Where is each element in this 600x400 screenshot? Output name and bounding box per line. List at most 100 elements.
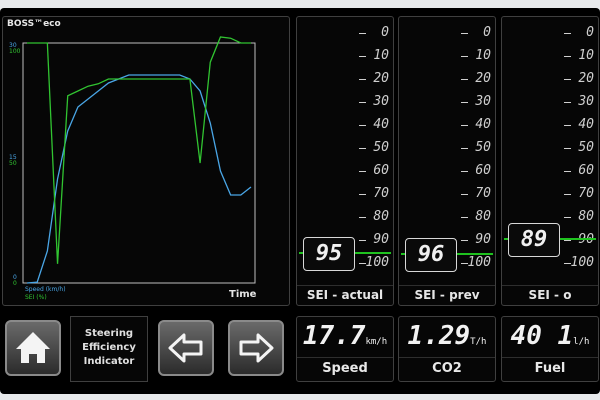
scale-tick-label: 80	[475, 209, 491, 224]
scale-tick-label: 50	[475, 140, 491, 155]
scale-tick-label: 60	[578, 163, 594, 178]
sei-o-value: 89	[508, 223, 560, 257]
sei-actual-label: SEI - actual	[306, 288, 384, 302]
scale-tick-label: 0	[483, 25, 491, 40]
indicator-line-2: Efficiency	[82, 342, 136, 353]
indicator-line-3: Indicator	[83, 356, 135, 367]
fuel-readout: 40 1l/h Fuel	[501, 316, 599, 382]
sei-trend-chart: BOSS™eco 30 100 15 50 0 0 Speed (km/h) S…	[2, 16, 290, 306]
scale-tick-label: 90	[475, 232, 491, 247]
scale-tick-mark	[461, 194, 468, 195]
scale-tick-label: 10	[578, 48, 594, 63]
fuel-value: 40 1	[510, 321, 574, 351]
scale-tick-mark	[461, 240, 468, 241]
scale-tick-mark	[359, 33, 366, 34]
scale-tick-mark	[564, 217, 571, 218]
scale-tick-label: 40	[373, 117, 389, 132]
scale-tick-mark	[461, 125, 468, 126]
scale-tick-mark	[461, 217, 468, 218]
scale-tick-mark	[564, 171, 571, 172]
scale-tick-label: 60	[475, 163, 491, 178]
co2-label: CO2	[432, 361, 462, 376]
scale-tick-mark	[359, 102, 366, 103]
indicator-line-1: Steering	[84, 328, 134, 339]
sei-o-label: SEI - o	[528, 288, 572, 302]
arrow-left-icon	[168, 333, 203, 363]
divider	[502, 285, 598, 286]
scale-tick-mark	[564, 125, 571, 126]
sei-axis-label: SEI (%)	[25, 294, 47, 301]
scale-tick-mark	[564, 56, 571, 57]
sei-actual-gauge: 0 10 20 30 40 50 60 70 80 90 100 95 SEI - actual	[296, 16, 394, 306]
scale-tick-mark	[359, 194, 366, 195]
home-icon	[16, 332, 50, 363]
scale-tick-mark	[461, 171, 468, 172]
scale-tick-mark	[564, 240, 571, 241]
speed-unit: km/h	[365, 337, 388, 347]
scale-tick-mark	[461, 56, 468, 57]
speed-series-line	[26, 74, 252, 284]
divider	[297, 285, 393, 286]
scale-tick-mark	[359, 171, 366, 172]
scale-tick-mark	[461, 33, 468, 34]
scale-tick-mark	[564, 102, 571, 103]
scale-tick-label: 20	[373, 71, 389, 86]
home-button[interactable]	[5, 320, 61, 376]
scale-tick-mark	[359, 56, 366, 57]
scale-tick-label: 10	[373, 48, 389, 63]
scale-tick-label: 100	[365, 255, 389, 270]
speed-readout: 17.7km/h Speed	[296, 316, 394, 382]
scale-tick-label: 30	[578, 94, 594, 109]
scale-tick-label: 80	[578, 209, 594, 224]
scale-tick-label: 90	[373, 232, 389, 247]
scale-tick-mark	[359, 125, 366, 126]
divider	[502, 357, 598, 358]
divider	[297, 357, 393, 358]
scale-tick-label: 100	[570, 255, 594, 270]
sei-o-gauge: 0102030405060708090100 89 SEI - o	[501, 16, 599, 306]
scale-tick-label: 30	[475, 94, 491, 109]
speed-readout-value-wrap: 17.7km/h	[297, 321, 393, 355]
scale-tick-label: 30	[373, 94, 389, 109]
arrow-right-icon	[239, 333, 274, 363]
scale-tick-label: 20	[475, 71, 491, 86]
brand-logo: BOSS™eco	[7, 19, 61, 29]
scale-tick-mark	[359, 240, 366, 241]
sei-tick-50: 50	[9, 160, 17, 167]
scale-tick-label: 0	[586, 25, 594, 40]
fuel-readout-value-wrap: 40 1l/h	[502, 321, 598, 355]
scale-tick-label: 40	[578, 117, 594, 132]
scale-tick-mark	[461, 79, 468, 80]
steering-efficiency-indicator-label: Steering Efficiency Indicator	[70, 316, 148, 382]
x-axis-label: Time	[229, 289, 257, 300]
chart-svg: 30 100 15 50 0 0 Speed (km/h) SEI (%) Ti…	[9, 36, 257, 301]
scale-tick-label: 60	[373, 163, 389, 178]
sei-prev-value: 96	[405, 238, 457, 272]
scale-tick-mark	[564, 33, 571, 34]
sei-actual-value: 95	[303, 237, 355, 271]
scale-tick-label: 40	[475, 117, 491, 132]
scale-tick-label: 80	[373, 209, 389, 224]
sei-prev-label: SEI - prev	[414, 288, 480, 302]
scale-tick-label: 20	[578, 71, 594, 86]
scale-tick-mark	[564, 148, 571, 149]
screen: BOSS™eco 30 100 15 50 0 0 Speed (km/h) S…	[0, 0, 600, 400]
scale-tick-label: 50	[578, 140, 594, 155]
co2-readout-value-wrap: 1.29T/h	[399, 321, 495, 355]
scale-tick-label: 70	[373, 186, 389, 201]
co2-unit: T/h	[470, 337, 487, 347]
scale-tick-label: 100	[467, 255, 491, 270]
next-button[interactable]	[228, 320, 284, 376]
scale-tick-label: 70	[578, 186, 594, 201]
fuel-label: Fuel	[534, 361, 566, 376]
sei-tick-0: 0	[13, 280, 17, 287]
fuel-unit: l/h	[573, 337, 590, 347]
previous-button[interactable]	[158, 320, 214, 376]
scale-tick-label: 50	[373, 140, 389, 155]
scale-tick-mark	[461, 102, 468, 103]
scale-tick-mark	[564, 194, 571, 195]
speed-axis-label: Speed (km/h)	[25, 286, 66, 293]
divider	[399, 357, 495, 358]
sei-tick-100: 100	[9, 48, 21, 55]
scale-tick-mark	[564, 79, 571, 80]
